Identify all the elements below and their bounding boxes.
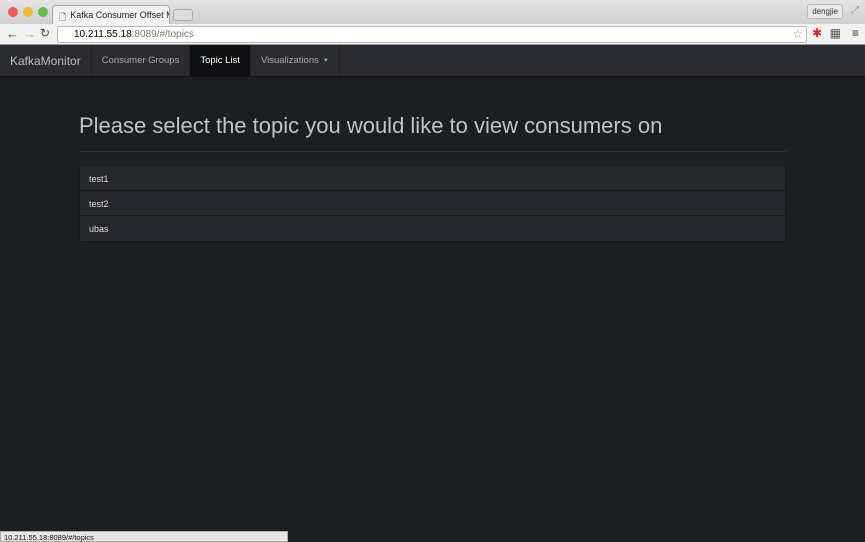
qr-code-icon[interactable]: ▦ (830, 26, 841, 40)
navbar: KafkaMonitor Consumer Groups Topic List … (0, 45, 865, 77)
back-icon[interactable]: ← (6, 26, 19, 41)
status-bar-url: 10.211.55.18:8089/#/topics (0, 531, 288, 542)
browser-toolbar: ← → ↻ 10.211.55.18:8089/#/topics ☆ ✱ ▦ ≡ (0, 24, 865, 45)
topic-item[interactable]: test2 (80, 191, 785, 216)
page-icon: 🗋 (59, 12, 67, 22)
browser-tab-bar: 🗋 Kafka Consumer Offset Mo × dengjie ⤢ (0, 0, 865, 24)
new-tab-button[interactable] (173, 9, 193, 21)
minimize-window-button[interactable] (23, 7, 33, 17)
reload-icon[interactable]: ↻ (40, 26, 50, 40)
nav-visualizations[interactable]: Visualizations ▼ (251, 45, 340, 76)
main-content: Please select the topic you would like t… (79, 113, 786, 242)
page-title: Please select the topic you would like t… (79, 113, 786, 152)
maximize-window-button[interactable] (38, 7, 48, 17)
forward-icon[interactable]: → (23, 26, 36, 41)
bookmark-star-icon[interactable]: ☆ (792, 27, 803, 41)
browser-tab[interactable]: 🗋 Kafka Consumer Offset Mo × (52, 5, 170, 24)
nav-visualizations-label: Visualizations (260, 55, 319, 66)
caret-down-icon: ▼ (322, 57, 329, 64)
tab-title: Kafka Consumer Offset Mo (70, 10, 170, 20)
topic-item[interactable]: ubas (80, 216, 785, 241)
brand-link[interactable]: KafkaMonitor (0, 45, 92, 76)
address-bar[interactable]: 10.211.55.18:8089/#/topics ☆ (57, 26, 807, 43)
window-controls (8, 7, 48, 17)
close-window-button[interactable] (8, 7, 18, 17)
nav-consumer-groups[interactable]: Consumer Groups (92, 45, 191, 76)
nav-topic-list[interactable]: Topic List (190, 45, 251, 76)
topic-list: test1 test2 ubas (79, 165, 786, 242)
url-path: :8089/#/topics (131, 29, 194, 40)
topic-item[interactable]: test1 (80, 166, 785, 191)
profile-button[interactable]: dengjie (807, 4, 843, 19)
menu-icon[interactable]: ≡ (852, 26, 859, 40)
url-host: 10.211.55.18 (74, 29, 132, 40)
extension-icon[interactable]: ✱ (812, 26, 822, 40)
fullscreen-icon[interactable]: ⤢ (851, 5, 859, 16)
